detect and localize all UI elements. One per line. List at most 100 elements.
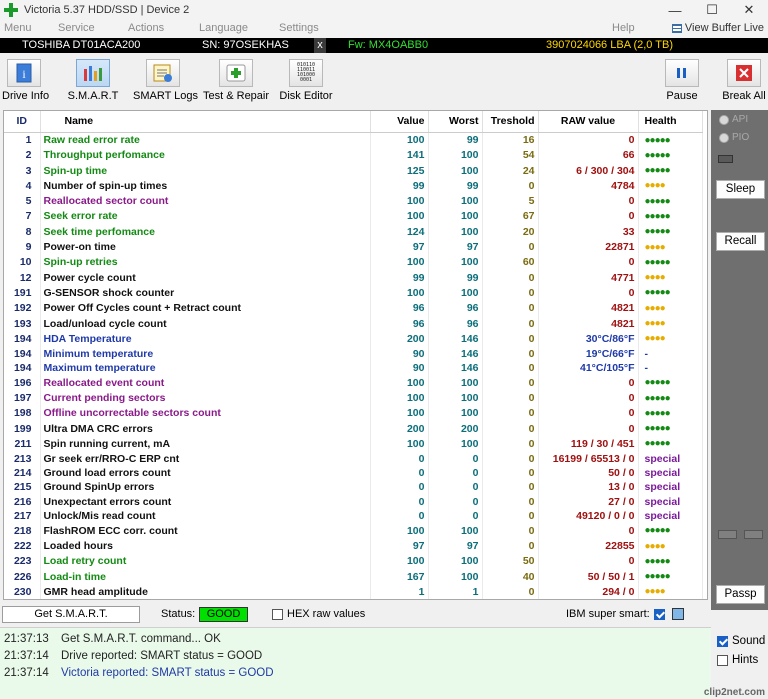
smart-threshold-cell: 0 <box>482 270 539 286</box>
health-indicator: ●●●● <box>644 241 666 253</box>
col-header-name[interactable]: Name <box>40 111 371 133</box>
table-row[interactable]: 9 Power-on time 97 97 0 22871 ●●●● <box>4 239 703 255</box>
minimize-button[interactable]: — <box>660 0 690 20</box>
close-device-button[interactable]: x <box>314 38 326 53</box>
smart-worst-cell: 0 <box>428 466 483 481</box>
table-row[interactable]: 216 Unexpectant errors count 0 0 0 27 / 0 spec… <box>4 494 703 509</box>
drive-info-button[interactable]: i Drive Info <box>2 59 49 102</box>
smart-raw-cell: 4821 <box>538 316 639 332</box>
table-row[interactable]: 3 Spin-up time 125 100 24 6 / 300 / 304 ●●●●● <box>4 163 703 179</box>
smart-worst-cell: 99 <box>428 270 483 286</box>
col-header-value[interactable]: Value <box>370 111 429 133</box>
smart-threshold-cell: 16 <box>482 132 539 148</box>
table-row[interactable]: 197 Current pending sectors 100 100 0 0 ●●●●● <box>4 390 703 406</box>
recall-button[interactable]: Recall <box>716 232 765 251</box>
table-row[interactable]: 1 Raw read error rate 100 99 16 0 ●●●●● <box>4 132 703 148</box>
table-row[interactable]: 199 Ultra DMA CRC errors 200 200 0 0 ●●●●● <box>4 421 703 437</box>
victoria-app-icon <box>4 3 18 17</box>
table-row[interactable]: 8 Seek time perfomance 124 100 20 33 ●●●●● <box>4 224 703 240</box>
smart-name-cell: Spin-up retries <box>40 254 371 271</box>
table-row[interactable]: 230 GMR head amplitude 1 1 0 294 / 0 ●●●● <box>4 584 703 599</box>
pause-button[interactable]: Pause <box>662 59 702 102</box>
ibm-super-smart-checkbox[interactable]: IBM super smart: <box>566 608 665 620</box>
smart-threshold-cell: 0 <box>482 390 539 406</box>
table-row[interactable]: 194 Minimum temperature 90 146 0 19°C/66°F - <box>4 346 703 361</box>
table-row[interactable]: 198 Offline uncorrectable sectors count 10… <box>4 405 703 422</box>
hints-checkbox[interactable]: Hints <box>717 654 758 666</box>
menu-item-help[interactable]: Help <box>612 22 635 34</box>
view-buffer-live-label: View Buffer Live <box>684 22 764 34</box>
col-header-health[interactable]: Health <box>638 111 703 133</box>
get-smart-button[interactable]: Get S.M.A.R.T. <box>2 606 140 623</box>
smart-worst-cell: 96 <box>428 300 483 317</box>
menu-item-service[interactable]: Service <box>58 22 95 34</box>
disk-editor-button[interactable]: 010110 110011 101000 0001 Disk Editor <box>279 59 333 102</box>
table-row[interactable]: 194 HDA Temperature 200 146 0 30°C/86°F ●●●● <box>4 331 703 347</box>
col-header-treshold[interactable]: Treshold <box>482 111 539 133</box>
smart-icon <box>76 59 110 87</box>
main-toolbar: i Drive Info S.M.A.R.T SMART Logs Test &… <box>0 53 768 105</box>
table-row[interactable]: 213 Gr seek err/RRO-C ERP cnt 0 0 0 16199 / 6… <box>4 451 703 467</box>
table-row[interactable]: 215 Ground SpinUp errors 0 0 0 13 / 0 special <box>4 480 703 495</box>
smart-name-cell: Number of spin-up times <box>40 178 371 194</box>
smart-threshold-cell: 0 <box>482 375 539 391</box>
table-row[interactable]: 222 Loaded hours 97 97 0 22855 ●●●● <box>4 538 703 554</box>
table-row[interactable]: 194 Maximum temperature 90 146 0 41°C/105°F - <box>4 360 703 376</box>
table-row[interactable]: 196 Reallocated event count 100 100 0 0 ●●●●● <box>4 375 703 391</box>
pio-radio[interactable]: PIO <box>719 132 749 143</box>
menu-item-actions[interactable]: Actions <box>128 22 164 34</box>
color-swatch-button[interactable] <box>672 608 684 620</box>
smart-id-cell: 211 <box>4 436 41 452</box>
maximize-button[interactable]: ☐ <box>697 0 727 20</box>
view-buffer-live-button[interactable]: View Buffer Live <box>671 22 764 34</box>
table-row[interactable]: 226 Load-in time 167 100 40 50 / 50 / 1 ●●●●● <box>4 569 703 585</box>
menu-item-settings[interactable]: Settings <box>279 22 319 34</box>
smart-id-cell: 216 <box>4 494 41 509</box>
smart-id-cell: 223 <box>4 553 41 570</box>
table-row[interactable]: 217 Unlock/Mis read count 0 0 0 49120 / 0 / 0… <box>4 508 703 524</box>
menu-item-language[interactable]: Language <box>199 22 248 34</box>
api-radio[interactable]: API <box>719 114 748 125</box>
smart-name-cell: G-SENSOR shock counter <box>40 285 371 301</box>
test-repair-button[interactable]: Test & Repair <box>203 59 269 102</box>
table-row[interactable]: 2 Throughput perfomance 141 100 54 66 ●●●●● <box>4 147 703 164</box>
table-row[interactable]: 218 FlashROM ECC corr. count 100 100 0 0 ●●●●● <box>4 523 703 539</box>
col-header-raw-value[interactable]: RAW value <box>538 111 639 133</box>
health-indicator: ●●●●● <box>644 377 671 389</box>
health-indicator: ●●●●● <box>644 287 671 299</box>
col-header-id[interactable]: ID <box>4 111 41 133</box>
table-row[interactable]: 192 Power Off Cycles count + Retract coun… <box>4 300 703 317</box>
passp-button[interactable]: Passp <box>716 585 765 604</box>
sound-checkbox[interactable]: Sound <box>717 635 765 647</box>
table-row[interactable]: 4 Number of spin-up times 99 99 0 4784 ●●●● <box>4 178 703 194</box>
table-row[interactable]: 191 G-SENSOR shock counter 100 100 0 0 ●●●●● <box>4 285 703 301</box>
sound-label: Sound <box>732 635 766 647</box>
table-row[interactable]: 7 Seek error rate 100 100 67 0 ●●●●● <box>4 208 703 225</box>
close-window-button[interactable]: ✕ <box>734 0 764 20</box>
sleep-button[interactable]: Sleep <box>716 180 765 199</box>
hex-raw-checkbox[interactable]: HEX raw values <box>272 608 365 620</box>
smart-health-cell: ●●●● <box>638 584 703 599</box>
smart-name-cell: Offline uncorrectable sectors count <box>40 405 371 422</box>
smart-button[interactable]: S.M.A.R.T <box>67 59 119 102</box>
table-row[interactable]: 211 Spin running current, mA 100 100 0 119 / … <box>4 436 703 452</box>
menu-item-menu[interactable]: Menu <box>4 22 32 34</box>
smart-logs-button[interactable]: SMART Logs <box>133 59 198 102</box>
break-all-button[interactable]: Break All <box>721 59 767 102</box>
table-row[interactable]: 214 Ground load errors count 0 0 0 50 / 0 spec… <box>4 466 703 481</box>
window-title: Victoria 5.37 HDD/SSD | Device 2 <box>24 4 190 16</box>
table-row[interactable]: 12 Power cycle count 99 99 0 4771 ●●●● <box>4 270 703 286</box>
col-header-worst[interactable]: Worst <box>428 111 483 133</box>
smart-health-cell: ●●●●● <box>638 254 703 271</box>
table-row[interactable]: 5 Reallocated sector count 100 100 5 0 ●●●●● <box>4 193 703 209</box>
smart-name-cell: Power-on time <box>40 239 371 255</box>
table-row[interactable]: 193 Load/unload cycle count 96 96 0 4821 ●●●● <box>4 316 703 332</box>
smart-worst-cell: 99 <box>428 178 483 194</box>
smart-id-cell: 194 <box>4 331 41 347</box>
api-label: API <box>732 114 749 125</box>
table-row[interactable]: 10 Spin-up retries 100 100 60 0 ●●●●● <box>4 254 703 271</box>
smart-name-cell: Gr seek err/RRO-C ERP cnt <box>40 451 371 467</box>
hex-raw-checkbox-box <box>272 608 283 620</box>
health-indicator: special <box>644 481 681 494</box>
table-row[interactable]: 223 Load retry count 100 100 50 0 ●●●●● <box>4 553 703 570</box>
